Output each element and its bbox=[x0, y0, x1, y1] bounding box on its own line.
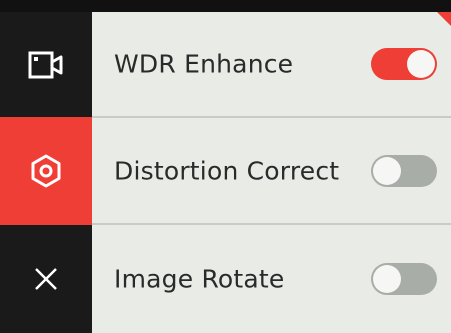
toggle-knob bbox=[373, 265, 401, 293]
device-screen: WDR Enhance Distortion Correct Image Rot… bbox=[0, 0, 451, 333]
screen-bezel bbox=[0, 0, 451, 12]
sidebar-item-close[interactable] bbox=[0, 225, 92, 333]
sidebar bbox=[0, 12, 92, 333]
sidebar-item-video[interactable] bbox=[0, 12, 92, 117]
video-camera-icon bbox=[28, 50, 64, 80]
lens-settings-icon bbox=[29, 154, 63, 188]
toggle-knob bbox=[373, 156, 401, 185]
setting-label: Distortion Correct bbox=[114, 156, 340, 185]
setting-row-rotate[interactable]: Image Rotate bbox=[92, 225, 451, 333]
settings-panel: WDR Enhance Distortion Correct Image Rot… bbox=[92, 12, 451, 333]
sidebar-item-lens[interactable] bbox=[0, 117, 92, 225]
setting-row-wdr[interactable]: WDR Enhance bbox=[92, 12, 451, 118]
setting-label: Image Rotate bbox=[114, 264, 285, 294]
close-icon bbox=[32, 265, 60, 293]
rotate-toggle[interactable] bbox=[371, 263, 437, 295]
setting-label: WDR Enhance bbox=[114, 49, 294, 79]
setting-row-distortion[interactable]: Distortion Correct bbox=[92, 118, 451, 225]
distortion-toggle[interactable] bbox=[371, 154, 437, 187]
wdr-toggle[interactable] bbox=[371, 48, 437, 80]
toggle-knob bbox=[407, 50, 435, 78]
